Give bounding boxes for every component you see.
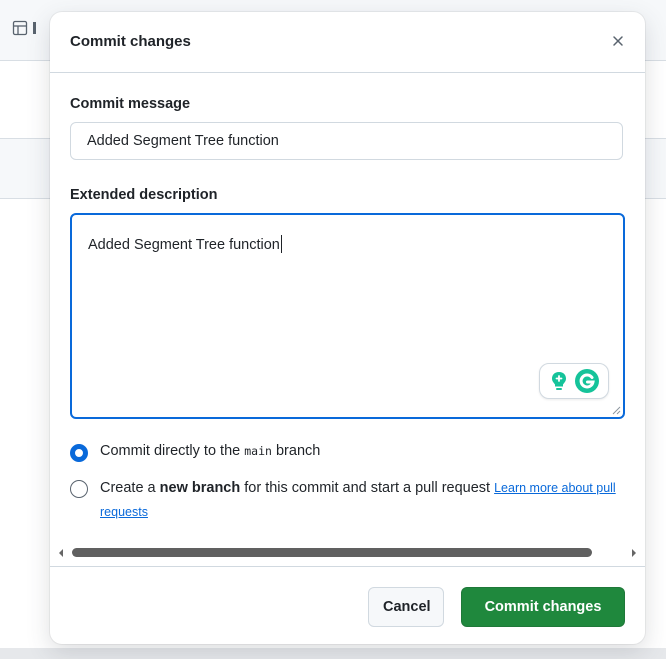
option-new-branch[interactable]: Create a new branch for this commit and … [70,479,620,524]
background-bottom [0,648,666,659]
commit-dialog: Commit changes Commit message Extended d… [50,12,645,644]
branch-name: main [244,444,272,458]
cancel-button[interactable]: Cancel [368,587,444,627]
extended-description-textarea[interactable]: Added Segment Tree function [70,213,625,419]
horizontal-scrollbar[interactable] [50,546,645,560]
radio-new-branch[interactable] [70,480,88,498]
close-icon [613,36,623,46]
option-commit-directly-label: Commit directly to the main branch [100,443,321,459]
radio-commit-directly[interactable] [70,444,88,462]
extended-description-text: Added Segment Tree function [88,237,280,253]
commit-changes-button[interactable]: Commit changes [461,587,625,627]
resize-handle[interactable] [611,405,621,415]
scroll-left-arrow-icon[interactable] [59,549,63,557]
scrollbar-thumb[interactable] [72,548,592,557]
commit-message-input[interactable] [70,122,623,160]
grammarly-g-icon [574,369,599,393]
background-text-fragment [33,22,36,34]
table-icon [12,20,28,36]
dialog-footer: Cancel Commit changes [50,566,645,644]
commit-message-label: Commit message [70,96,191,112]
extended-description-label: Extended description [70,187,218,203]
dialog-header: Commit changes [50,12,645,73]
lightbulb-icon [551,372,566,390]
option-commit-directly[interactable]: Commit directly to the main branch [70,443,320,462]
option-new-branch-label: Create a new branch for this commit and … [100,480,616,519]
dialog-title: Commit changes [70,33,191,50]
grammarly-widget[interactable] [539,363,609,399]
close-button[interactable] [603,26,633,56]
scroll-right-arrow-icon[interactable] [632,549,636,557]
text-caret [280,235,282,253]
